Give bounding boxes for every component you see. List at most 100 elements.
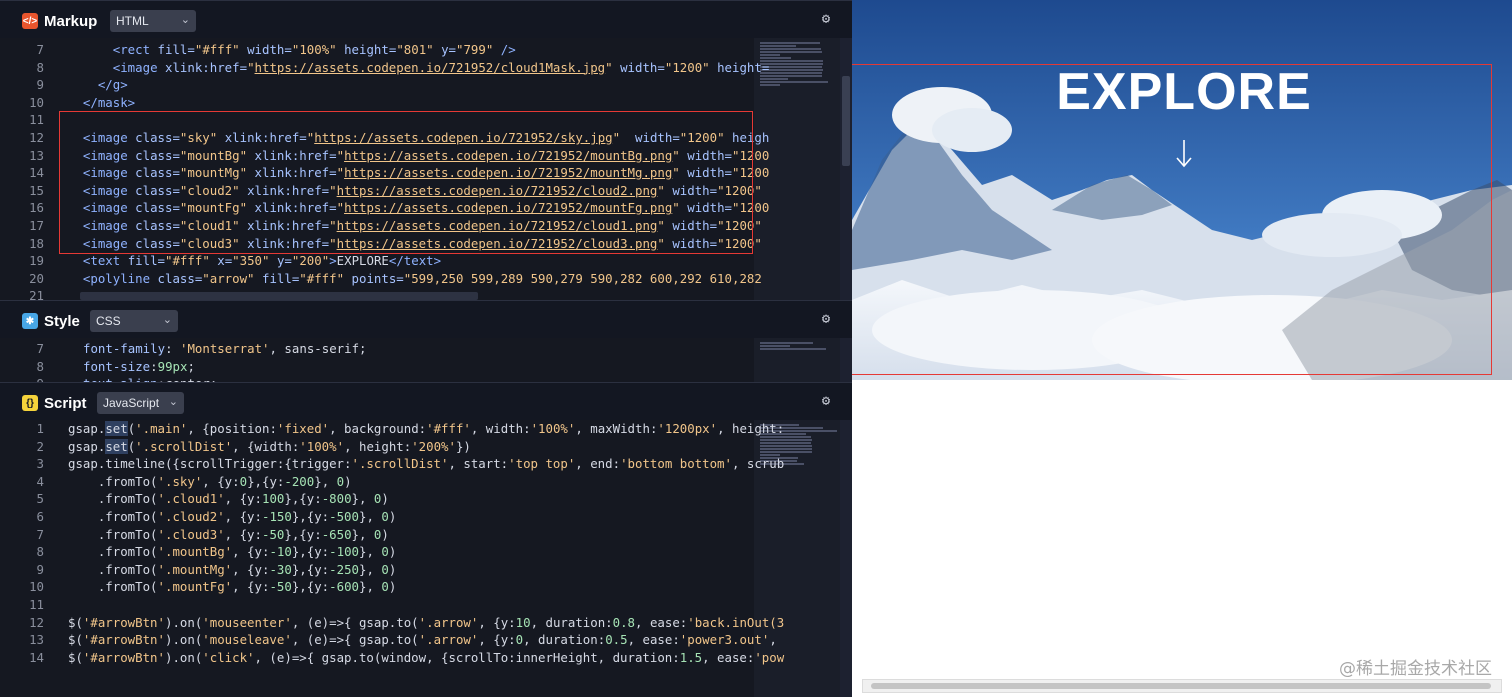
code-text: $('#arrowBtn').on('mouseleave', (e)=>{ g… bbox=[68, 632, 777, 648]
style-language-select[interactable]: CSS ⌄ bbox=[90, 310, 178, 332]
line-number: 18 bbox=[29, 235, 44, 251]
script-code-area[interactable]: 1 gsap.set('.main', {position:'fixed', ba… bbox=[0, 420, 852, 697]
line-number: 12 bbox=[29, 130, 44, 145]
script-language-select[interactable]: JavaScript ⌄ bbox=[97, 392, 184, 414]
line-number: 16 bbox=[29, 200, 44, 216]
line-number: 3 bbox=[36, 456, 44, 472]
style-code-line[interactable]: 7 font-family: 'Montserrat', sans-serif; bbox=[0, 340, 852, 358]
script-code-line[interactable]: 8 .fromTo('.mountBg', {y:-10},{y:-100}, … bbox=[0, 543, 852, 561]
markup-code-line[interactable]: 21 bbox=[0, 287, 852, 300]
line-number: 10 bbox=[29, 94, 44, 110]
script-code-line[interactable]: 12 $('#arrowBtn').on('mouseenter', (e)=>{… bbox=[0, 614, 852, 632]
chevron-down-icon: ⌄ bbox=[162, 314, 172, 326]
line-number: 11 bbox=[29, 112, 44, 128]
code-editor: </> Markup HTML ⌄ ⚙ 7 <rect fill="#fff" … bbox=[0, 0, 852, 697]
html-icon: </> bbox=[22, 13, 38, 29]
line-number: 13 bbox=[29, 147, 44, 163]
markup-title-text: Markup bbox=[44, 12, 98, 30]
js-icon: {} bbox=[22, 395, 38, 411]
code-text: </mask> bbox=[82, 94, 136, 110]
markup-panel-header: </> Markup HTML ⌄ ⚙ bbox=[0, 0, 852, 38]
code-text: <text fill="#fff" x="350" y="200">EXPLOR… bbox=[82, 253, 442, 269]
markup-code-line[interactable]: 9 </g> bbox=[0, 76, 852, 94]
gear-icon[interactable]: ⚙ bbox=[818, 393, 834, 409]
line-number: 6 bbox=[36, 509, 44, 524]
line-number: 11 bbox=[29, 597, 44, 612]
code-text: .fromTo('.cloud2', {y:-150},{y:-500}, 0) bbox=[68, 509, 397, 524]
code-text: </g> bbox=[97, 77, 128, 93]
script-title-text: Script bbox=[44, 394, 87, 412]
line-number: 8 bbox=[36, 59, 44, 75]
codepen-window: </> Markup HTML ⌄ ⚙ 7 <rect fill="#fff" … bbox=[0, 0, 1512, 697]
code-text: <polyline class="arrow" fill="#fff" poin… bbox=[82, 270, 762, 286]
markup-code-line[interactable]: 19 <text fill="#fff" x="350" y="200">EXP… bbox=[0, 252, 852, 270]
gear-icon[interactable]: ⚙ bbox=[818, 311, 834, 327]
style-code-line[interactable]: 9 text-align:center; bbox=[0, 375, 852, 382]
line-number: 4 bbox=[36, 473, 44, 489]
script-code-line[interactable]: 1 gsap.set('.main', {position:'fixed', ba… bbox=[0, 420, 852, 438]
script-code-line[interactable]: 4 .fromTo('.sky', {y:0},{y:-200}, 0) bbox=[0, 473, 852, 491]
markup-language-select[interactable]: HTML ⌄ bbox=[110, 10, 196, 32]
line-number: 2 bbox=[36, 438, 44, 454]
script-code-line[interactable]: 14 $('#arrowBtn').on('click', (e)=>{ gsap… bbox=[0, 649, 852, 667]
preview-pane: EXPLORE @稀土掘金技术社区 bbox=[852, 0, 1512, 697]
code-text: gsap.timeline({scrollTrigger:{trigger:'.… bbox=[68, 456, 785, 472]
watermark-text: @稀土掘金技术社区 bbox=[1339, 659, 1492, 679]
line-number: 8 bbox=[36, 544, 44, 560]
css-icon: ✱ bbox=[22, 313, 38, 329]
line-number: 13 bbox=[29, 632, 44, 648]
code-text: .fromTo('.sky', {y:0},{y:-200}, 0) bbox=[68, 473, 352, 489]
code-text: text-align:center; bbox=[83, 375, 217, 382]
line-number: 5 bbox=[36, 491, 44, 507]
script-code-line[interactable]: 9 .fromTo('.mountMg', {y:-30},{y:-250}, … bbox=[0, 561, 852, 579]
markup-code-line[interactable]: 8 <image xlink:href="https://assets.code… bbox=[0, 59, 852, 77]
code-text: .fromTo('.mountBg', {y:-10},{y:-100}, 0) bbox=[68, 544, 397, 560]
code-text: font-size:99px; bbox=[83, 358, 195, 374]
markup-code-line[interactable]: 20 <polyline class="arrow" fill="#fff" p… bbox=[0, 270, 852, 288]
gear-icon[interactable]: ⚙ bbox=[818, 11, 834, 27]
code-text: .fromTo('.mountMg', {y:-30},{y:-250}, 0) bbox=[68, 561, 397, 577]
highlight-box-preview bbox=[852, 64, 1492, 375]
script-code-line[interactable]: 11 bbox=[0, 596, 852, 614]
line-number: 10 bbox=[29, 579, 44, 595]
markup-panel-title: </> Markup bbox=[22, 11, 97, 31]
code-text: $('#arrowBtn').on('click', (e)=>{ gsap.t… bbox=[68, 649, 785, 665]
script-code-line[interactable]: 10 .fromTo('.mountFg', {y:-50},{y:-600},… bbox=[0, 578, 852, 596]
line-number: 9 bbox=[36, 77, 44, 93]
chevron-down-icon: ⌄ bbox=[180, 14, 190, 26]
line-number: 7 bbox=[36, 341, 44, 356]
script-code-line[interactable]: 7 .fromTo('.cloud3', {y:-50},{y:-650}, 0… bbox=[0, 526, 852, 544]
code-text: .fromTo('.cloud1', {y:100},{y:-800}, 0) bbox=[68, 491, 389, 507]
code-text: .fromTo('.mountFg', {y:-50},{y:-600}, 0) bbox=[68, 579, 397, 595]
style-code-area[interactable]: 7 font-family: 'Montserrat', sans-serif; 8… bbox=[0, 338, 852, 382]
code-text: gsap.set('.main', {position:'fixed', bac… bbox=[68, 421, 785, 436]
markup-code-line[interactable]: 10 </mask> bbox=[0, 94, 852, 112]
style-title-text: Style bbox=[44, 312, 80, 330]
line-number: 9 bbox=[0, 375, 44, 382]
style-code-line[interactable]: 8 font-size:99px; bbox=[0, 358, 852, 376]
script-code-line[interactable]: 3 gsap.timeline({scrollTrigger:{trigger:'… bbox=[0, 455, 852, 473]
code-text: <image xlink:href="https://assets.codepe… bbox=[112, 59, 770, 75]
chevron-down-icon: ⌄ bbox=[168, 396, 178, 408]
line-number: 7 bbox=[36, 526, 44, 542]
script-code-line[interactable]: 13 $('#arrowBtn').on('mouseleave', (e)=>{… bbox=[0, 631, 852, 649]
script-panel-header: {} Script JavaScript ⌄ ⚙ bbox=[0, 382, 852, 420]
code-text: font-family: 'Montserrat', sans-serif; bbox=[83, 341, 367, 356]
code-text: $('#arrowBtn').on('mouseenter', (e)=>{ g… bbox=[68, 614, 785, 630]
style-panel-title: ✱ Style bbox=[22, 311, 80, 331]
line-number: 8 bbox=[36, 358, 44, 374]
code-text: <rect fill="#fff" width="100%" height="8… bbox=[112, 42, 516, 57]
highlight-box-image-layers bbox=[59, 111, 753, 254]
line-number: 7 bbox=[36, 42, 44, 57]
markup-code-line[interactable]: 7 <rect fill="#fff" width="100%" height=… bbox=[0, 41, 852, 59]
script-code-line[interactable]: 2 gsap.set('.scrollDist', {width:'100%', … bbox=[0, 438, 852, 456]
code-text: gsap.set('.scrollDist', {width:'100%', h… bbox=[68, 438, 471, 454]
script-code-line[interactable]: 6 .fromTo('.cloud2', {y:-150},{y:-500}, … bbox=[0, 508, 852, 526]
line-number: 9 bbox=[36, 561, 44, 577]
preview-horizontal-scrollbar[interactable] bbox=[862, 679, 1502, 693]
style-panel-header: ✱ Style CSS ⌄ ⚙ bbox=[0, 300, 852, 338]
code-text: .fromTo('.cloud3', {y:-50},{y:-650}, 0) bbox=[68, 526, 389, 542]
line-number: 1 bbox=[36, 421, 44, 436]
script-code-line[interactable]: 5 .fromTo('.cloud1', {y:100},{y:-800}, 0… bbox=[0, 490, 852, 508]
script-language-value: JavaScript bbox=[103, 396, 160, 410]
